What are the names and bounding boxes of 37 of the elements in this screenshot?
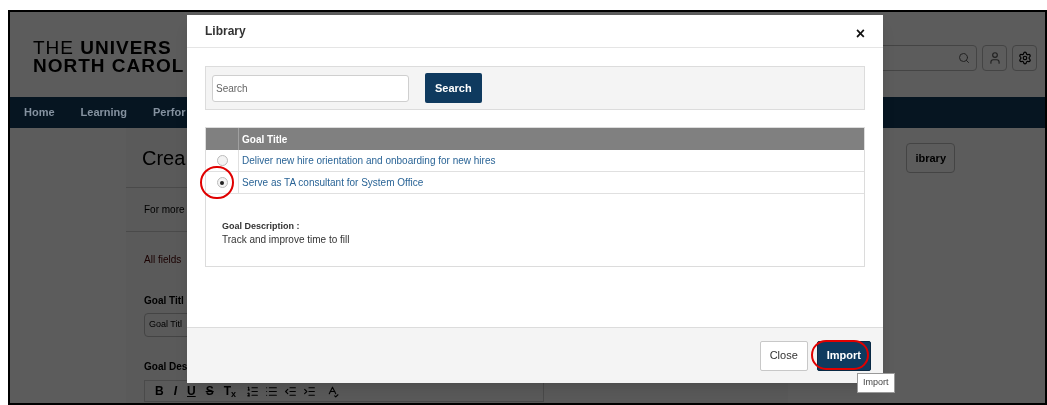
nav-item[interactable]: Learning [80, 104, 127, 121]
goal-link[interactable]: Deliver new hire orientation and onboarding for new hires [239, 150, 496, 171]
description-label: Goal Description : [222, 220, 301, 233]
settings-icon [1017, 50, 1032, 65]
numbered-list-icon [246, 384, 260, 398]
search-icon [958, 51, 970, 64]
page-heading: Crea [142, 145, 186, 171]
radio-button[interactable] [216, 155, 228, 166]
outdent-icon [284, 384, 298, 398]
required-note: All fields [144, 253, 183, 267]
goal-link[interactable]: Serve as TA consultant for System Office [239, 172, 424, 193]
radio-button[interactable] [216, 177, 228, 188]
user-icon [987, 50, 1002, 65]
indent-icon [303, 384, 317, 398]
nav-item[interactable]: Home [24, 104, 55, 121]
info-text: For more [144, 203, 185, 217]
description-text: Track and improve time to fill [222, 233, 351, 246]
tooltip: Import [857, 373, 895, 393]
column-header: Goal Title [241, 132, 288, 147]
logo-text: NORTH CAROL [33, 56, 185, 75]
dialog-title: Library [205, 23, 246, 40]
import-button[interactable]: Import [816, 340, 871, 371]
user-button[interactable] [982, 44, 1007, 71]
search-input[interactable]: Search [212, 74, 409, 102]
format-button[interactable]: B [155, 382, 164, 400]
format-button[interactable]: I [173, 382, 177, 400]
settings-button[interactable] [1012, 44, 1037, 71]
search-button[interactable]: Search [425, 73, 482, 103]
bullet-list-icon [265, 384, 279, 398]
logo-text: THE UNIVERS [33, 38, 173, 57]
field-label: Goal Titl [144, 294, 185, 308]
close-button[interactable]: × [855, 22, 865, 46]
spellcheck-icon [326, 384, 340, 398]
field-label: Goal Des [144, 360, 189, 374]
close-dialog-button[interactable]: Close [759, 340, 808, 371]
nav-item[interactable]: Perfor [153, 104, 186, 121]
library-button[interactable]: ibrary [906, 143, 955, 173]
